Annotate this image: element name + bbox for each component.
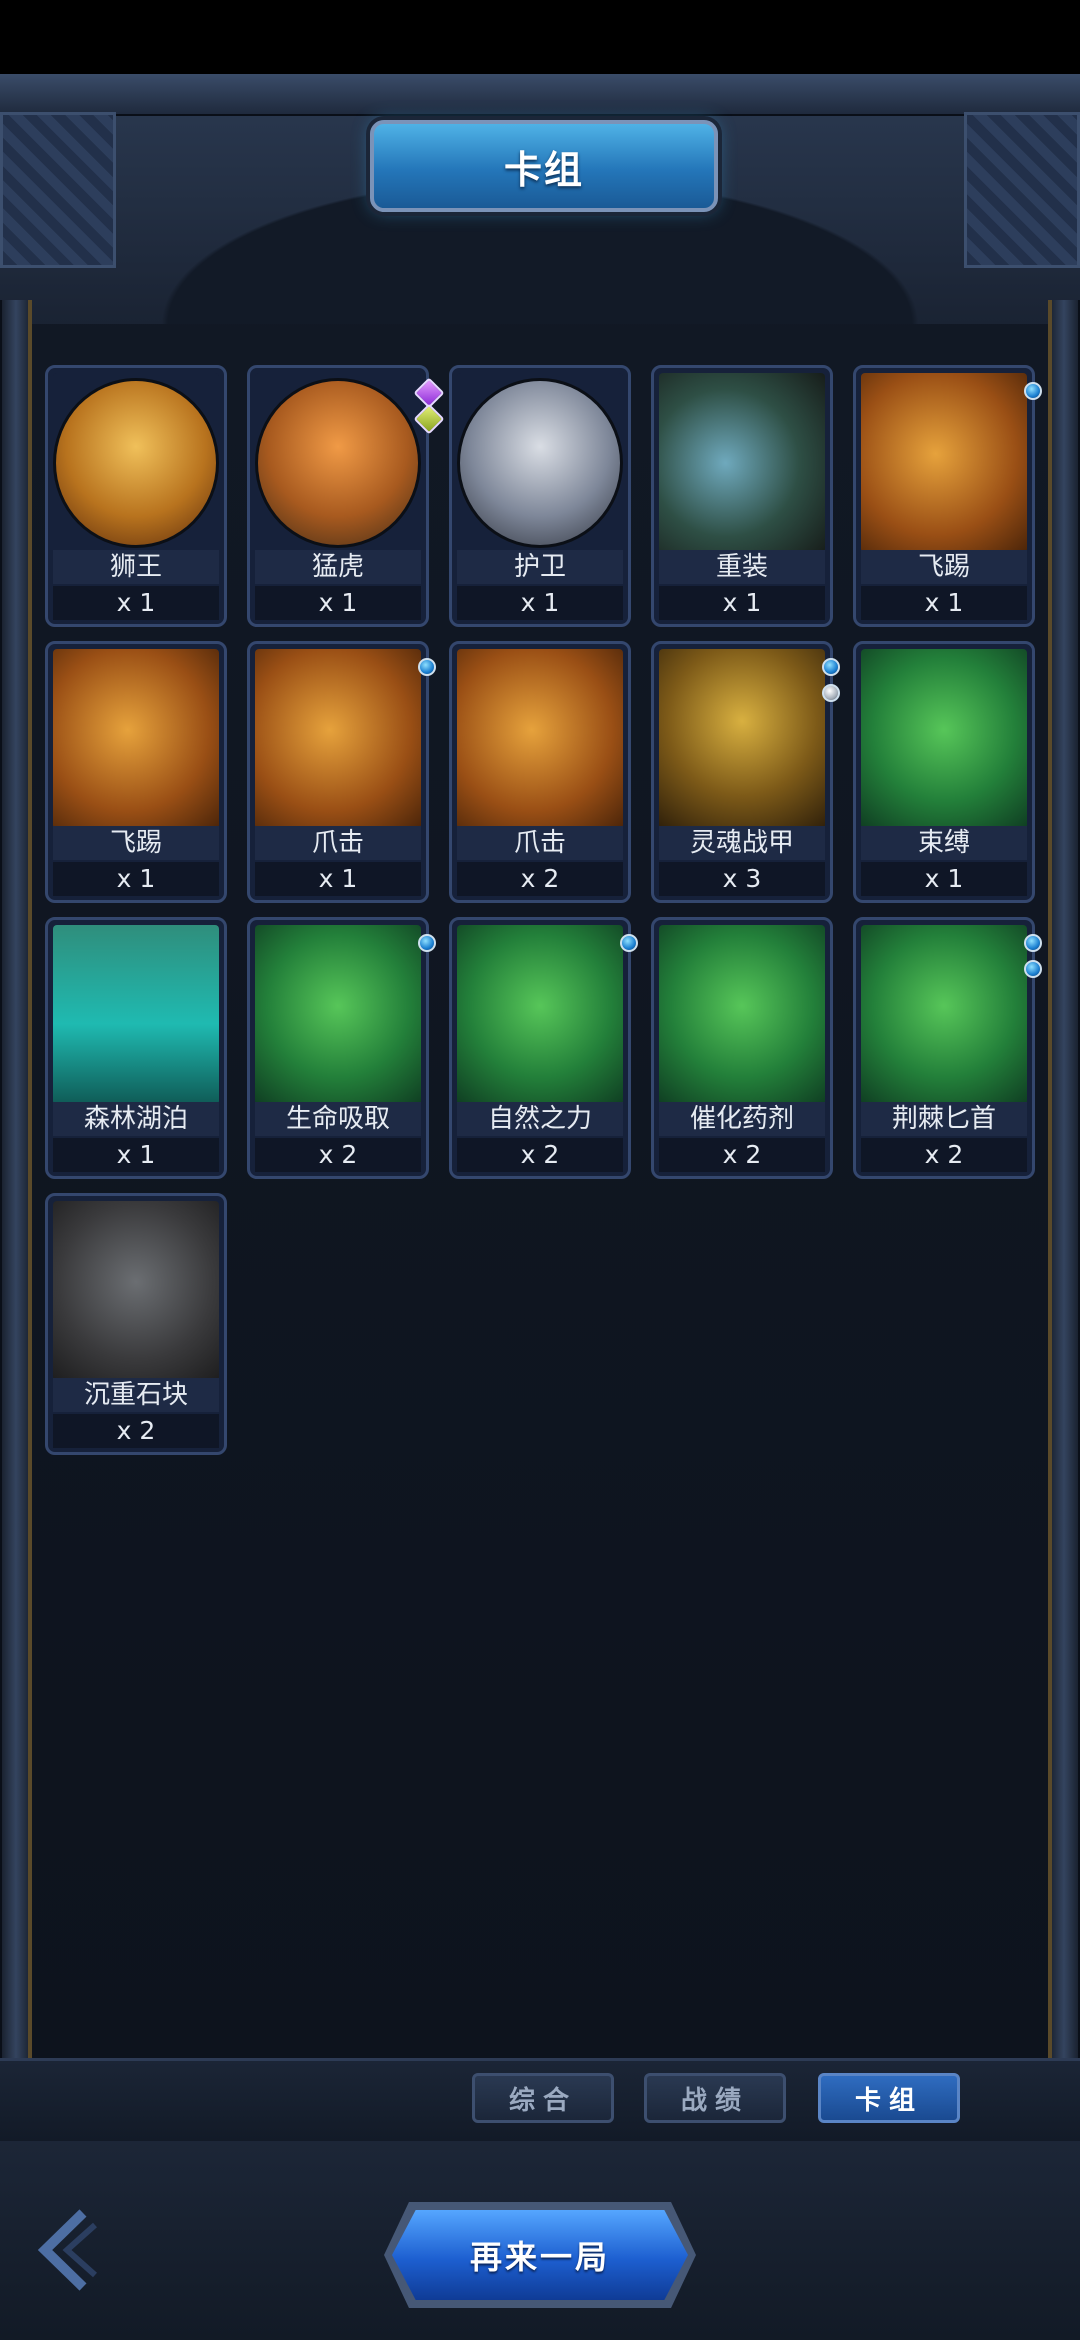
corner-ornament-right	[964, 112, 1080, 268]
card-name: 飞踢	[53, 826, 219, 860]
tiger-portrait	[255, 373, 421, 553]
deck-card[interactable]: 护卫 x 1	[449, 365, 631, 627]
card-count: x 1	[659, 586, 825, 620]
pillar-trim-right	[1048, 300, 1052, 2060]
card-name: 生命吸取	[255, 1102, 421, 1136]
rarity-gem-icon	[418, 934, 436, 952]
card-name: 束缚	[861, 826, 1027, 860]
lion-king-portrait	[53, 373, 219, 553]
catalyst-potion-art	[659, 925, 825, 1105]
rarity-gem-icon	[620, 934, 638, 952]
life-drain-art	[255, 925, 421, 1105]
card-count: x 2	[255, 1138, 421, 1172]
rarity-gem-icon	[822, 658, 840, 676]
guard-portrait	[457, 373, 623, 553]
title-plate: 卡组	[370, 120, 718, 212]
card-name: 猛虎	[255, 550, 421, 584]
card-name: 沉重石块	[53, 1378, 219, 1412]
card-count: x 1	[53, 862, 219, 896]
card-count: x 2	[53, 1414, 219, 1448]
card-count: x 1	[457, 586, 623, 620]
card-name: 森林湖泊	[53, 1102, 219, 1136]
deck-card[interactable]: 飞踢 x 1	[45, 641, 227, 903]
deck-card[interactable]: 飞踢 x 1	[853, 365, 1042, 627]
claw-strike-art	[255, 649, 421, 829]
tab-bar: 综合 战绩 卡组	[0, 2058, 1080, 2144]
tab-records[interactable]: 战绩	[644, 2073, 786, 2123]
deck-card[interactable]: 猛虎 x 1	[247, 365, 445, 627]
portrait-disc	[53, 378, 219, 548]
card-count: x 2	[659, 1138, 825, 1172]
header-beam-decoration	[0, 74, 1080, 116]
deck-card[interactable]: 荆棘匕首 x 2	[853, 917, 1042, 1179]
card-name: 重装	[659, 550, 825, 584]
card-name: 爪击	[255, 826, 421, 860]
thorn-dagger-art	[861, 925, 1027, 1105]
back-arrow-icon	[37, 2209, 97, 2291]
card-count: x 1	[255, 862, 421, 896]
card-grid: 狮王 x 1 猛虎 x 1 护卫 x 1 重装 x 1 飞踢 x 1 飞踢 x 1 爪击 x 1 爪击 x 2…	[45, 365, 1042, 1455]
deck-card[interactable]: 生命吸取 x 2	[247, 917, 436, 1179]
soul-armor-art	[659, 649, 825, 829]
play-again-button[interactable]: 再来一局	[392, 2210, 688, 2300]
card-name: 护卫	[457, 550, 623, 584]
deck-card[interactable]: 束缚 x 1	[853, 641, 1035, 903]
back-button[interactable]	[28, 2209, 108, 2291]
page-title: 卡组	[503, 147, 584, 192]
card-name: 自然之力	[457, 1102, 623, 1136]
bind-art	[861, 649, 1027, 829]
rarity-gem-icon	[1024, 934, 1042, 952]
tab-deck[interactable]: 卡组	[818, 2073, 960, 2123]
heavy-armor-art	[659, 373, 825, 553]
pillar-trim-left	[28, 300, 32, 2060]
rarity-gem-icon	[1024, 960, 1042, 978]
flying-kick-art	[861, 373, 1027, 553]
card-name: 荆棘匕首	[861, 1102, 1027, 1136]
deck-card[interactable]: 森林湖泊 x 1	[45, 917, 227, 1179]
pillar-right	[1048, 300, 1080, 2060]
rarity-gem-icon	[822, 684, 840, 702]
deck-card[interactable]: 爪击 x 1	[247, 641, 436, 903]
portrait-disc	[457, 378, 623, 548]
deck-card[interactable]: 催化药剂 x 2	[651, 917, 833, 1179]
card-count: x 1	[53, 1138, 219, 1172]
play-again-label: 再来一局	[469, 2238, 610, 2276]
card-name: 爪击	[457, 826, 623, 860]
card-name: 灵魂战甲	[659, 826, 825, 860]
forest-lake-art	[53, 925, 219, 1105]
portrait-disc	[255, 378, 421, 548]
card-name: 催化药剂	[659, 1102, 825, 1136]
card-name: 飞踢	[861, 550, 1027, 584]
card-name: 狮王	[53, 550, 219, 584]
card-count: x 2	[457, 862, 623, 896]
card-count: x 3	[659, 862, 825, 896]
status-bar	[0, 0, 1080, 74]
rarity-gem-icon	[1024, 382, 1042, 400]
card-count: x 1	[861, 586, 1027, 620]
claw-strike-art	[457, 649, 623, 829]
card-count: x 2	[457, 1138, 623, 1172]
deck-card[interactable]: 沉重石块 x 2	[45, 1193, 227, 1455]
deck-card[interactable]: 自然之力 x 2	[449, 917, 638, 1179]
deck-card[interactable]: 狮王 x 1	[45, 365, 227, 627]
heavy-stone-art	[53, 1201, 219, 1381]
flying-kick-art	[53, 649, 219, 829]
deck-card[interactable]: 爪击 x 2	[449, 641, 631, 903]
card-count: x 1	[53, 586, 219, 620]
deck-card[interactable]: 灵魂战甲 x 3	[651, 641, 840, 903]
corner-ornament-left	[0, 112, 116, 268]
card-count: x 2	[861, 1138, 1027, 1172]
force-of-nature-art	[457, 925, 623, 1105]
card-count: x 1	[255, 586, 421, 620]
deck-card[interactable]: 重装 x 1	[651, 365, 833, 627]
rarity-gem-icon	[418, 658, 436, 676]
card-count: x 1	[861, 862, 1027, 896]
tab-summary[interactable]: 综合	[472, 2073, 614, 2123]
